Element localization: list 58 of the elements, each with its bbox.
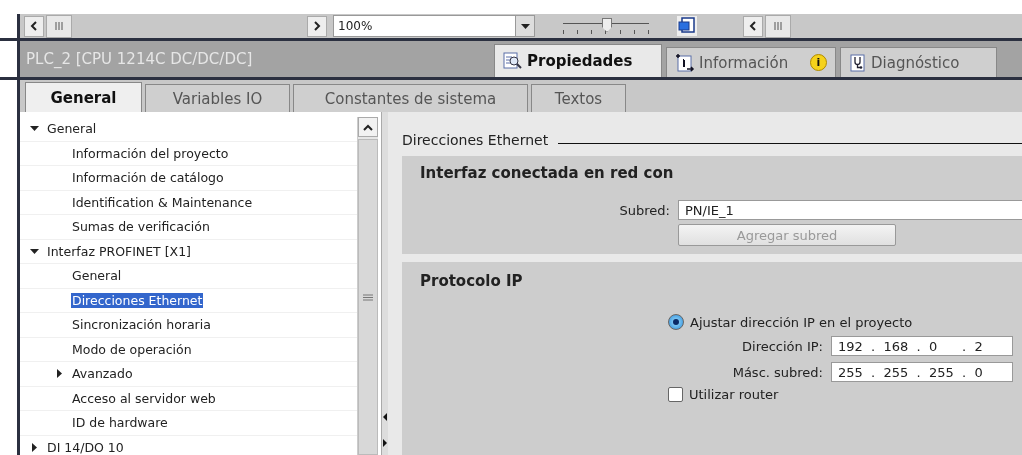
tree-item[interactable]: Interfaz PROFINET [X1]: [46, 243, 192, 259]
inspector-tab[interactable]: Diagnóstico: [840, 47, 997, 77]
tree-item[interactable]: General: [71, 268, 123, 284]
grip-icon: [363, 293, 373, 301]
radio-button[interactable]: [668, 314, 684, 330]
tree-item[interactable]: Modo de operación: [71, 341, 193, 357]
panel-title: Interfaz conectada en red con: [420, 164, 675, 184]
tree-item[interactable]: Direcciones Ethernet: [71, 292, 204, 308]
subnet-mask-field[interactable]: 255 . 255 . 255 . 0: [831, 362, 1013, 382]
arrow-up-icon: [363, 123, 373, 131]
arrow-left-icon: [749, 21, 757, 31]
collapse-arrow-icon[interactable]: [30, 246, 39, 256]
arrow-left-icon: [30, 21, 38, 31]
panel-title: Protocolo IP: [420, 272, 524, 292]
zoom-slider[interactable]: [563, 15, 649, 37]
zoom-dropdown[interactable]: 100%: [333, 15, 535, 37]
magnifier-icon: [503, 52, 523, 70]
info-badge: i: [810, 54, 827, 71]
tree-item[interactable]: Información del proyecto: [71, 145, 230, 161]
field-label: Másc. subred:: [731, 364, 823, 380]
expand-right-icon: [383, 439, 387, 447]
arrow-right-icon: [313, 21, 321, 31]
collapse-arrow-icon[interactable]: [30, 124, 39, 134]
tree-item[interactable]: General: [46, 121, 98, 137]
tree-item[interactable]: Sincronización horaria: [71, 317, 212, 333]
tree-item[interactable]: Información de catálogo: [71, 170, 225, 186]
tab[interactable]: Variables IO: [145, 84, 290, 112]
subnet-field[interactable]: PN/IE_1: [678, 200, 1022, 220]
tree-item[interactable]: Identification & Maintenance: [71, 194, 254, 210]
scroll-left-button[interactable]: [743, 15, 763, 37]
tab[interactable]: Constantes de sistema: [293, 84, 528, 112]
section-heading: Direcciones Ethernet: [402, 132, 549, 148]
inspector-tab[interactable]: Propiedades: [494, 44, 662, 77]
inspector-title: PLC_2 [CPU 1214C DC/DC/DC]: [25, 49, 254, 70]
tab[interactable]: Textos: [531, 84, 626, 112]
tree-item[interactable]: Sumas de verificación: [71, 219, 211, 235]
tab[interactable]: General: [25, 82, 142, 112]
tree-item[interactable]: DI 14/DO 10: [46, 439, 125, 455]
radio-label: Ajustar dirección IP en el proyecto: [690, 314, 913, 330]
inspector-tab[interactable]: Información i: [666, 47, 836, 77]
expand-arrow-icon[interactable]: [30, 442, 39, 452]
scroll-left-button[interactable]: [24, 15, 44, 37]
checkbox[interactable]: [668, 387, 683, 402]
scroll-right-button[interactable]: [307, 15, 327, 37]
field-label: Subred:: [618, 202, 670, 218]
expand-arrow-icon[interactable]: [55, 369, 64, 379]
collapse-left-icon: [383, 413, 387, 421]
info-document-icon: [675, 53, 695, 72]
dropdown-arrow-icon: [520, 23, 530, 29]
tree-item[interactable]: ID de hardware: [71, 415, 169, 431]
scroll-up-button[interactable]: [358, 117, 378, 137]
tree-item[interactable]: Avanzado: [71, 366, 134, 382]
tree-item[interactable]: Acceso al servidor web: [71, 390, 217, 406]
window-icon[interactable]: [677, 16, 697, 36]
checkbox-label: Utilizar router: [689, 387, 779, 402]
ip-address-field[interactable]: 192 . 168 . 0 . 2: [831, 336, 1013, 356]
field-label: Dirección IP:: [741, 338, 823, 354]
stethoscope-icon: [849, 53, 867, 72]
